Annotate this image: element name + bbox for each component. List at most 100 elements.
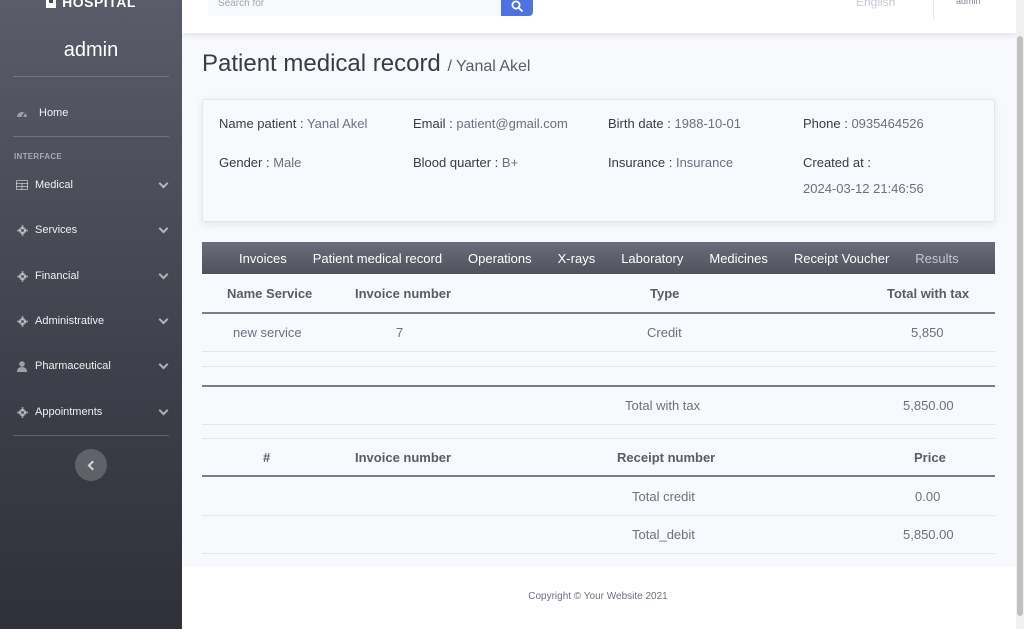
sidebar-item-label: Home	[39, 107, 69, 119]
sidebar-item-label: Appointments	[35, 406, 103, 418]
brand-logo[interactable]: HOSPITAL	[0, 0, 182, 10]
sidebar-divider	[13, 136, 169, 137]
tab-patient-medical-record[interactable]: Patient medical record	[313, 251, 442, 266]
total-with-tax-value: 5,850.00	[903, 398, 954, 413]
total-debit-value: 5,850.00	[903, 527, 954, 542]
sidebar-item-financial[interactable]: Financial	[0, 260, 182, 292]
chevron-down-icon	[158, 359, 169, 370]
footer: Copyright © Your Website 2021	[182, 567, 1016, 629]
total-debit-label: Total_debit	[632, 527, 695, 542]
dashboard-icon	[16, 107, 28, 119]
topbar-divider	[933, 0, 934, 20]
total-credit-value: 0.00	[915, 489, 941, 504]
language-selector[interactable]: English	[856, 0, 895, 9]
scrollbar-thumb[interactable]	[1017, 36, 1023, 616]
table-icon	[16, 179, 28, 191]
table-row-divider	[202, 366, 995, 367]
tab-operations[interactable]: Operations	[468, 251, 532, 266]
patient-gender: Gender : Male	[219, 150, 301, 176]
column-header: #	[263, 450, 271, 465]
gear-icon	[16, 270, 28, 282]
sidebar-item-label: Administrative	[35, 315, 105, 327]
column-header: Total with tax	[887, 286, 970, 301]
gear-icon	[16, 224, 28, 236]
field-label: Gender :	[219, 155, 270, 170]
page-subtitle: / Yanal Akel	[447, 58, 531, 75]
column-header: Type	[650, 286, 680, 301]
chevron-down-icon	[158, 223, 169, 234]
field-label: Name patient :	[219, 116, 304, 131]
field-value: Male	[273, 155, 302, 170]
table-row-divider	[202, 438, 995, 439]
field-label: Insurance :	[608, 155, 673, 170]
gear-icon	[16, 406, 28, 418]
table-row-divider	[202, 553, 995, 554]
tab-receipt-voucher[interactable]: Receipt Voucher	[794, 251, 889, 266]
column-header: Name Service	[227, 286, 313, 301]
patient-created-at: Created at : 2024-03-12 21:46:56	[803, 150, 924, 202]
field-label: Phone :	[803, 116, 848, 131]
field-value: 2024-03-12 21:46:56	[803, 181, 924, 196]
patient-blood-group: Blood quarter : B+	[413, 150, 518, 176]
table-row-divider	[202, 515, 995, 516]
sidebar-divider	[13, 435, 169, 436]
hospital-icon	[46, 0, 57, 8]
table-cell-type: Credit	[647, 325, 682, 340]
gear-icon	[16, 315, 28, 327]
sidebar-item-label: Services	[35, 224, 78, 236]
patient-name: Name patient : Yanal Akel	[219, 111, 367, 137]
tab-x-rays[interactable]: X-rays	[558, 251, 596, 266]
table-divider	[202, 385, 995, 387]
field-label: Birth date :	[608, 116, 671, 131]
chevron-down-icon	[158, 178, 169, 189]
page-title-text: Patient medical record	[202, 50, 441, 77]
patient-insurance: Insurance : Insurance	[608, 150, 733, 176]
search-button[interactable]	[501, 0, 533, 16]
field-value: Yanal Akel	[306, 116, 368, 131]
sidebar-toggle-button[interactable]	[75, 449, 107, 481]
field-value: Insurance	[675, 155, 734, 170]
sidebar-item-home[interactable]: Home	[0, 97, 182, 129]
table-cell-service: new service	[233, 325, 302, 340]
column-header: Receipt number	[617, 450, 716, 465]
patient-birth-date: Birth date : 1988-10-01	[608, 111, 741, 137]
chevron-down-icon	[158, 405, 169, 416]
sidebar-divider	[13, 76, 169, 77]
patient-phone: Phone : 0935464526	[803, 111, 924, 137]
search-icon	[511, 0, 523, 12]
column-header: Invoice number	[355, 450, 452, 465]
sidebar: HOSPITAL admin Home INTERFACE Medical Se…	[0, 0, 182, 629]
total-with-tax-label: Total with tax	[625, 398, 701, 413]
table-row-divider	[202, 351, 995, 352]
sidebar-item-appointments[interactable]: Appointments	[0, 396, 182, 428]
field-value: B+	[501, 155, 519, 170]
tab-invoices[interactable]: Invoices	[239, 251, 287, 266]
patient-email: Email : patient@gmail.com	[413, 111, 568, 137]
sidebar-item-services[interactable]: Services	[0, 214, 182, 246]
copyright-text: Copyright © Your Website 2021	[528, 591, 668, 602]
search-input[interactable]	[208, 0, 502, 16]
sidebar-item-medical[interactable]: Medical	[0, 169, 182, 201]
total-credit-label: Total credit	[632, 489, 695, 504]
field-label: Created at :	[803, 155, 871, 170]
record-tabs: Invoices Patient medical record Operatio…	[202, 242, 995, 274]
column-header: Price	[914, 450, 946, 465]
tab-medicines[interactable]: Medicines	[709, 251, 768, 266]
table-divider	[202, 312, 995, 314]
tab-results[interactable]: Results	[915, 251, 958, 266]
sidebar-item-pharmaceutical[interactable]: Pharmaceutical	[0, 350, 182, 382]
topbar: English admin	[182, 0, 1016, 33]
sidebar-heading: INTERFACE	[14, 152, 63, 161]
field-value: patient@gmail.com	[456, 116, 568, 131]
user-icon	[16, 360, 28, 372]
user-menu[interactable]: admin	[956, 0, 981, 6]
sidebar-item-label: Financial	[35, 270, 80, 282]
page-scrollbar[interactable]	[1016, 0, 1024, 629]
table-divider	[202, 475, 995, 477]
sidebar-item-label: Pharmaceutical	[35, 360, 111, 372]
chevron-down-icon	[158, 314, 169, 325]
sidebar-user: admin	[63, 39, 119, 61]
sidebar-item-administrative[interactable]: Administrative	[0, 305, 182, 337]
tab-laboratory[interactable]: Laboratory	[621, 251, 683, 266]
field-label: Blood quarter :	[413, 155, 499, 170]
